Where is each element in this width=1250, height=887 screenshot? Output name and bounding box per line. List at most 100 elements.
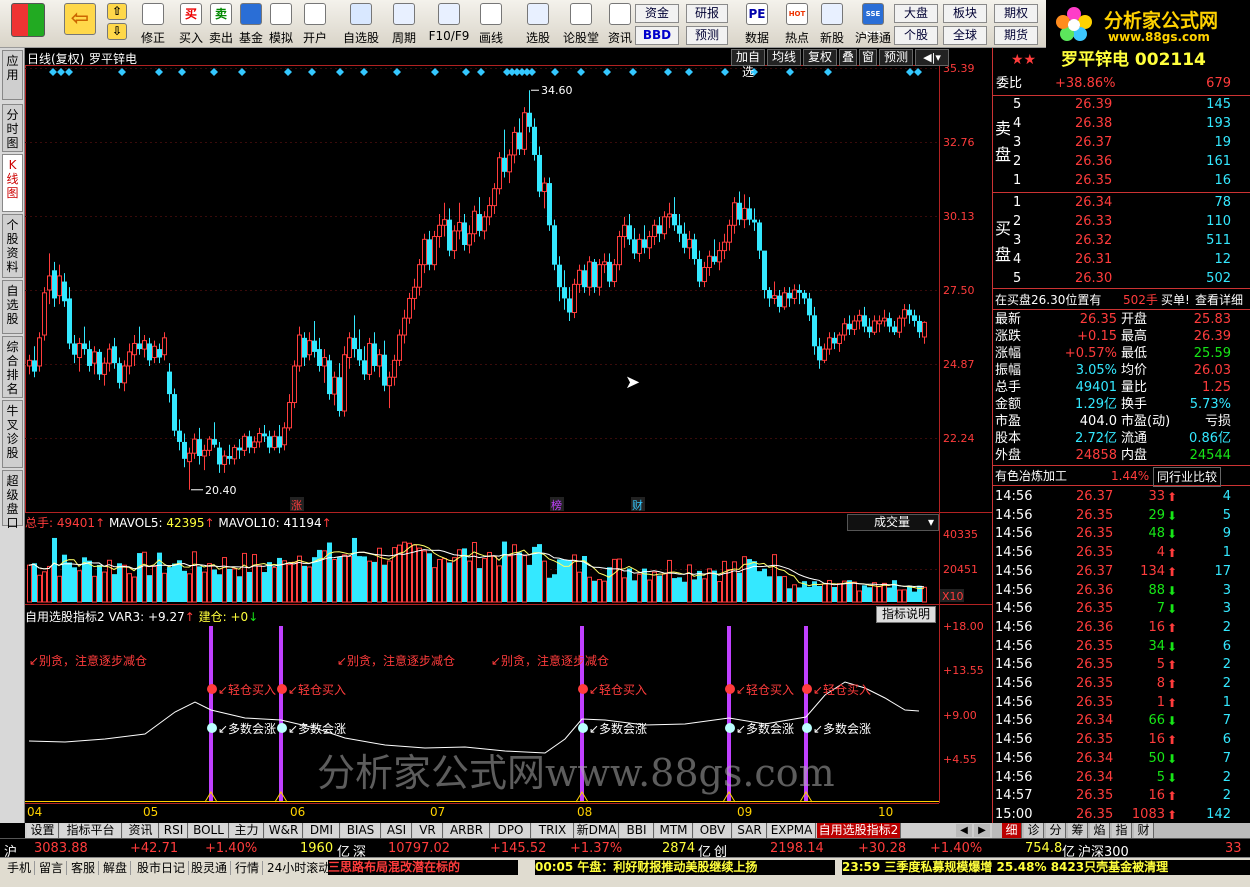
status-cell-7[interactable]: 24小时滚动: [264, 861, 335, 875]
indicator-tab-12[interactable]: DPO: [491, 823, 531, 838]
bid-row[interactable]: 4 26.31 12: [993, 251, 1250, 269]
candle-body-down[interactable]: [582, 270, 587, 288]
candle-body-up[interactable]: [497, 157, 502, 190]
indicator-tab-11[interactable]: ARBR: [444, 823, 490, 838]
page-up-down-button[interactable]: ⇧ ⇩: [104, 3, 130, 46]
candle-body-up[interactable]: [192, 438, 197, 454]
candle-body-down[interactable]: [817, 346, 822, 361]
pe-button[interactable]: PE 数据: [734, 3, 780, 46]
candle-body-down[interactable]: [677, 225, 682, 234]
candle-body-down[interactable]: [737, 202, 742, 220]
event-diamond-icon[interactable]: [57, 68, 65, 76]
tab-scroll-buttons[interactable]: ◀ ▶: [956, 824, 990, 837]
candle-body-down[interactable]: [812, 315, 817, 347]
candle-body-up[interactable]: [857, 314, 862, 322]
event-diamond-icon[interactable]: [721, 68, 729, 76]
candle-body-up[interactable]: [107, 348, 112, 364]
notice-detail-link[interactable]: 查看详细: [1195, 291, 1243, 309]
candle-body-down[interactable]: [552, 225, 557, 265]
candle-body-up[interactable]: [142, 340, 147, 350]
event-diamond-icon[interactable]: [118, 68, 126, 76]
candle-body-down[interactable]: [712, 256, 717, 262]
status-cell-1[interactable]: 留言: [36, 861, 68, 875]
event-diamond-icon[interactable]: [393, 68, 401, 76]
candle-body-up[interactable]: [457, 221, 462, 232]
candle-body-up[interactable]: [602, 261, 607, 266]
candle-body-down[interactable]: [52, 270, 57, 299]
candle-body-down[interactable]: [172, 394, 177, 431]
candle-body-down[interactable]: [777, 295, 782, 307]
candle-body-up[interactable]: [297, 334, 302, 367]
candle-body-down[interactable]: [892, 326, 897, 333]
candle-body-down[interactable]: [592, 261, 597, 288]
candle-body-up[interactable]: [742, 207, 747, 221]
candle-body-down[interactable]: [112, 346, 117, 364]
candle-body-down[interactable]: [787, 292, 792, 299]
order-notice-row[interactable]: 在买盘26.30位置有 502手 买单! 查看详细: [993, 291, 1250, 309]
candle-body-up[interactable]: [897, 317, 902, 333]
candle-body-up[interactable]: [792, 289, 797, 299]
candle-body-up[interactable]: [222, 455, 227, 465]
candle-body-up[interactable]: [842, 323, 847, 336]
candle-body-down[interactable]: [117, 363, 122, 383]
event-diamond-icon[interactable]: [155, 68, 163, 76]
event-diamond-icon[interactable]: [551, 68, 559, 76]
event-diamond-icon[interactable]: [685, 68, 693, 76]
candle-body-down[interactable]: [532, 126, 537, 155]
candle-body-down[interactable]: [697, 259, 702, 282]
candle-body-up[interactable]: [732, 202, 737, 226]
candle-body-down[interactable]: [807, 298, 812, 316]
candle-body-up[interactable]: [877, 320, 882, 325]
event-diamond-icon[interactable]: [178, 68, 186, 76]
candle-body-up[interactable]: [332, 376, 337, 395]
event-diamond-icon[interactable]: [49, 68, 57, 76]
indicator-tab-15[interactable]: BBI: [620, 823, 654, 838]
event-diamond-icon[interactable]: [786, 68, 794, 76]
event-diamond-icon[interactable]: [914, 68, 922, 76]
candle-body-up[interactable]: [882, 317, 887, 322]
candle-body-down[interactable]: [502, 157, 507, 172]
candle-body-up[interactable]: [422, 238, 427, 266]
candle-body-up[interactable]: [772, 295, 777, 299]
star-icon[interactable]: ★★: [1011, 51, 1036, 69]
candle-body-down[interactable]: [227, 456, 232, 459]
candle-body-up[interactable]: [292, 365, 297, 404]
candle-body-up[interactable]: [872, 320, 877, 333]
candle-body-up[interactable]: [37, 337, 42, 367]
candle-body-up[interactable]: [132, 342, 137, 356]
ask-row[interactable]: 3 26.37 19: [993, 134, 1250, 152]
candle-body-down[interactable]: [917, 320, 922, 333]
bid-row[interactable]: 1 26.34 78: [993, 194, 1250, 212]
right-tab-3[interactable]: 筹: [1068, 823, 1088, 838]
candle-body-up[interactable]: [232, 447, 237, 460]
candle-body-up[interactable]: [397, 334, 402, 361]
candle-body-up[interactable]: [822, 348, 827, 361]
event-marker-label[interactable]: 涨: [291, 499, 302, 512]
gegu-button[interactable]: 个股: [894, 26, 938, 45]
chart-header-btn-0[interactable]: 加自选: [731, 49, 765, 79]
candle-body-up[interactable]: [722, 241, 727, 252]
status-cell-5[interactable]: 股灵通: [188, 861, 232, 875]
candle-body-up[interactable]: [727, 224, 732, 243]
event-diamond-icon[interactable]: [238, 68, 246, 76]
qihuo-button[interactable]: 期货: [994, 26, 1038, 45]
quanqiu-dropdown[interactable]: 全球: [943, 26, 987, 45]
candle-body-up[interactable]: [42, 292, 47, 336]
candle-body-up[interactable]: [347, 337, 352, 359]
event-diamond-icon[interactable]: [664, 68, 672, 76]
status-cell-3[interactable]: 解盘: [100, 861, 132, 875]
ask-row[interactable]: 5 26.39 145: [993, 96, 1250, 114]
candle-body-down[interactable]: [527, 112, 532, 127]
candle-body-down[interactable]: [682, 233, 687, 248]
candle-body-down[interactable]: [692, 239, 697, 260]
event-diamond-icon[interactable]: [629, 68, 637, 76]
left-tab-3[interactable]: 个股资料: [2, 214, 23, 278]
candle-body-up[interactable]: [512, 131, 517, 156]
indicator-tab-7[interactable]: DMI: [304, 823, 340, 838]
candle-body-up[interactable]: [282, 427, 287, 446]
candle-body-up[interactable]: [272, 435, 277, 449]
candle-body-down[interactable]: [797, 290, 802, 293]
candle-body-down[interactable]: [447, 219, 452, 251]
candle-body-down[interactable]: [912, 315, 917, 321]
event-diamond-icon[interactable]: [462, 68, 470, 76]
